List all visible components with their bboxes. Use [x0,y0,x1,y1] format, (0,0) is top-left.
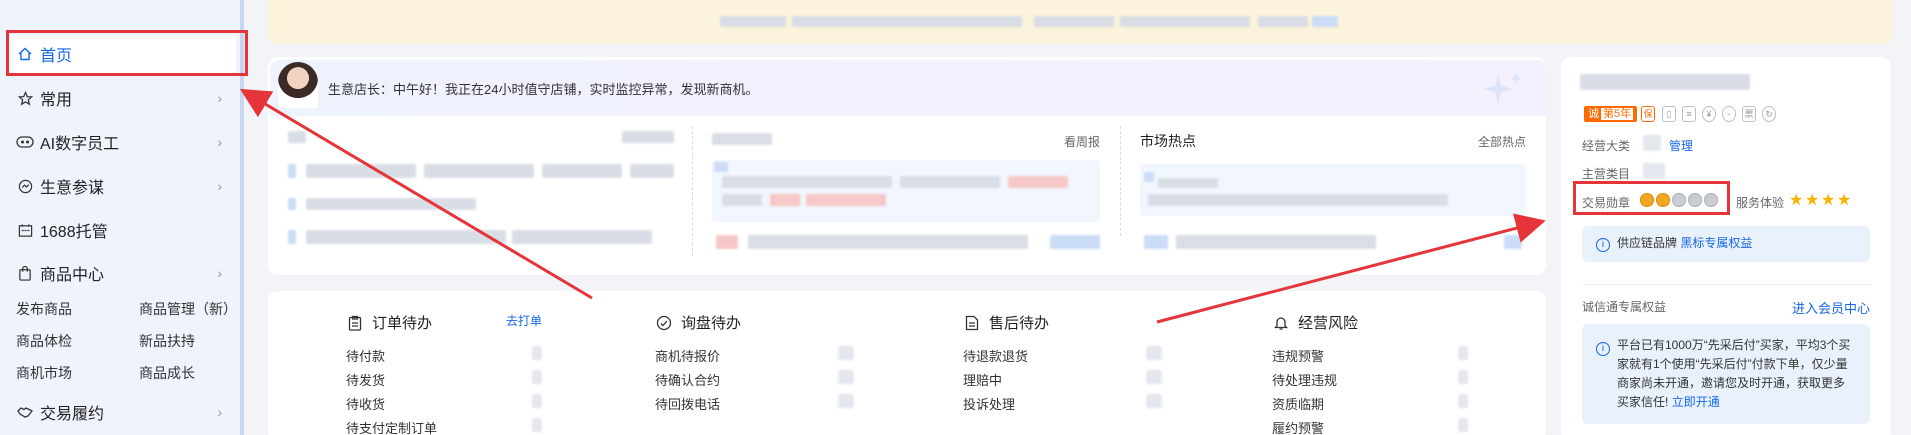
arrow-to-trade-medal [1156,213,1546,324]
arrow-to-home [239,88,593,300]
annotation-arrows [239,88,1546,324]
